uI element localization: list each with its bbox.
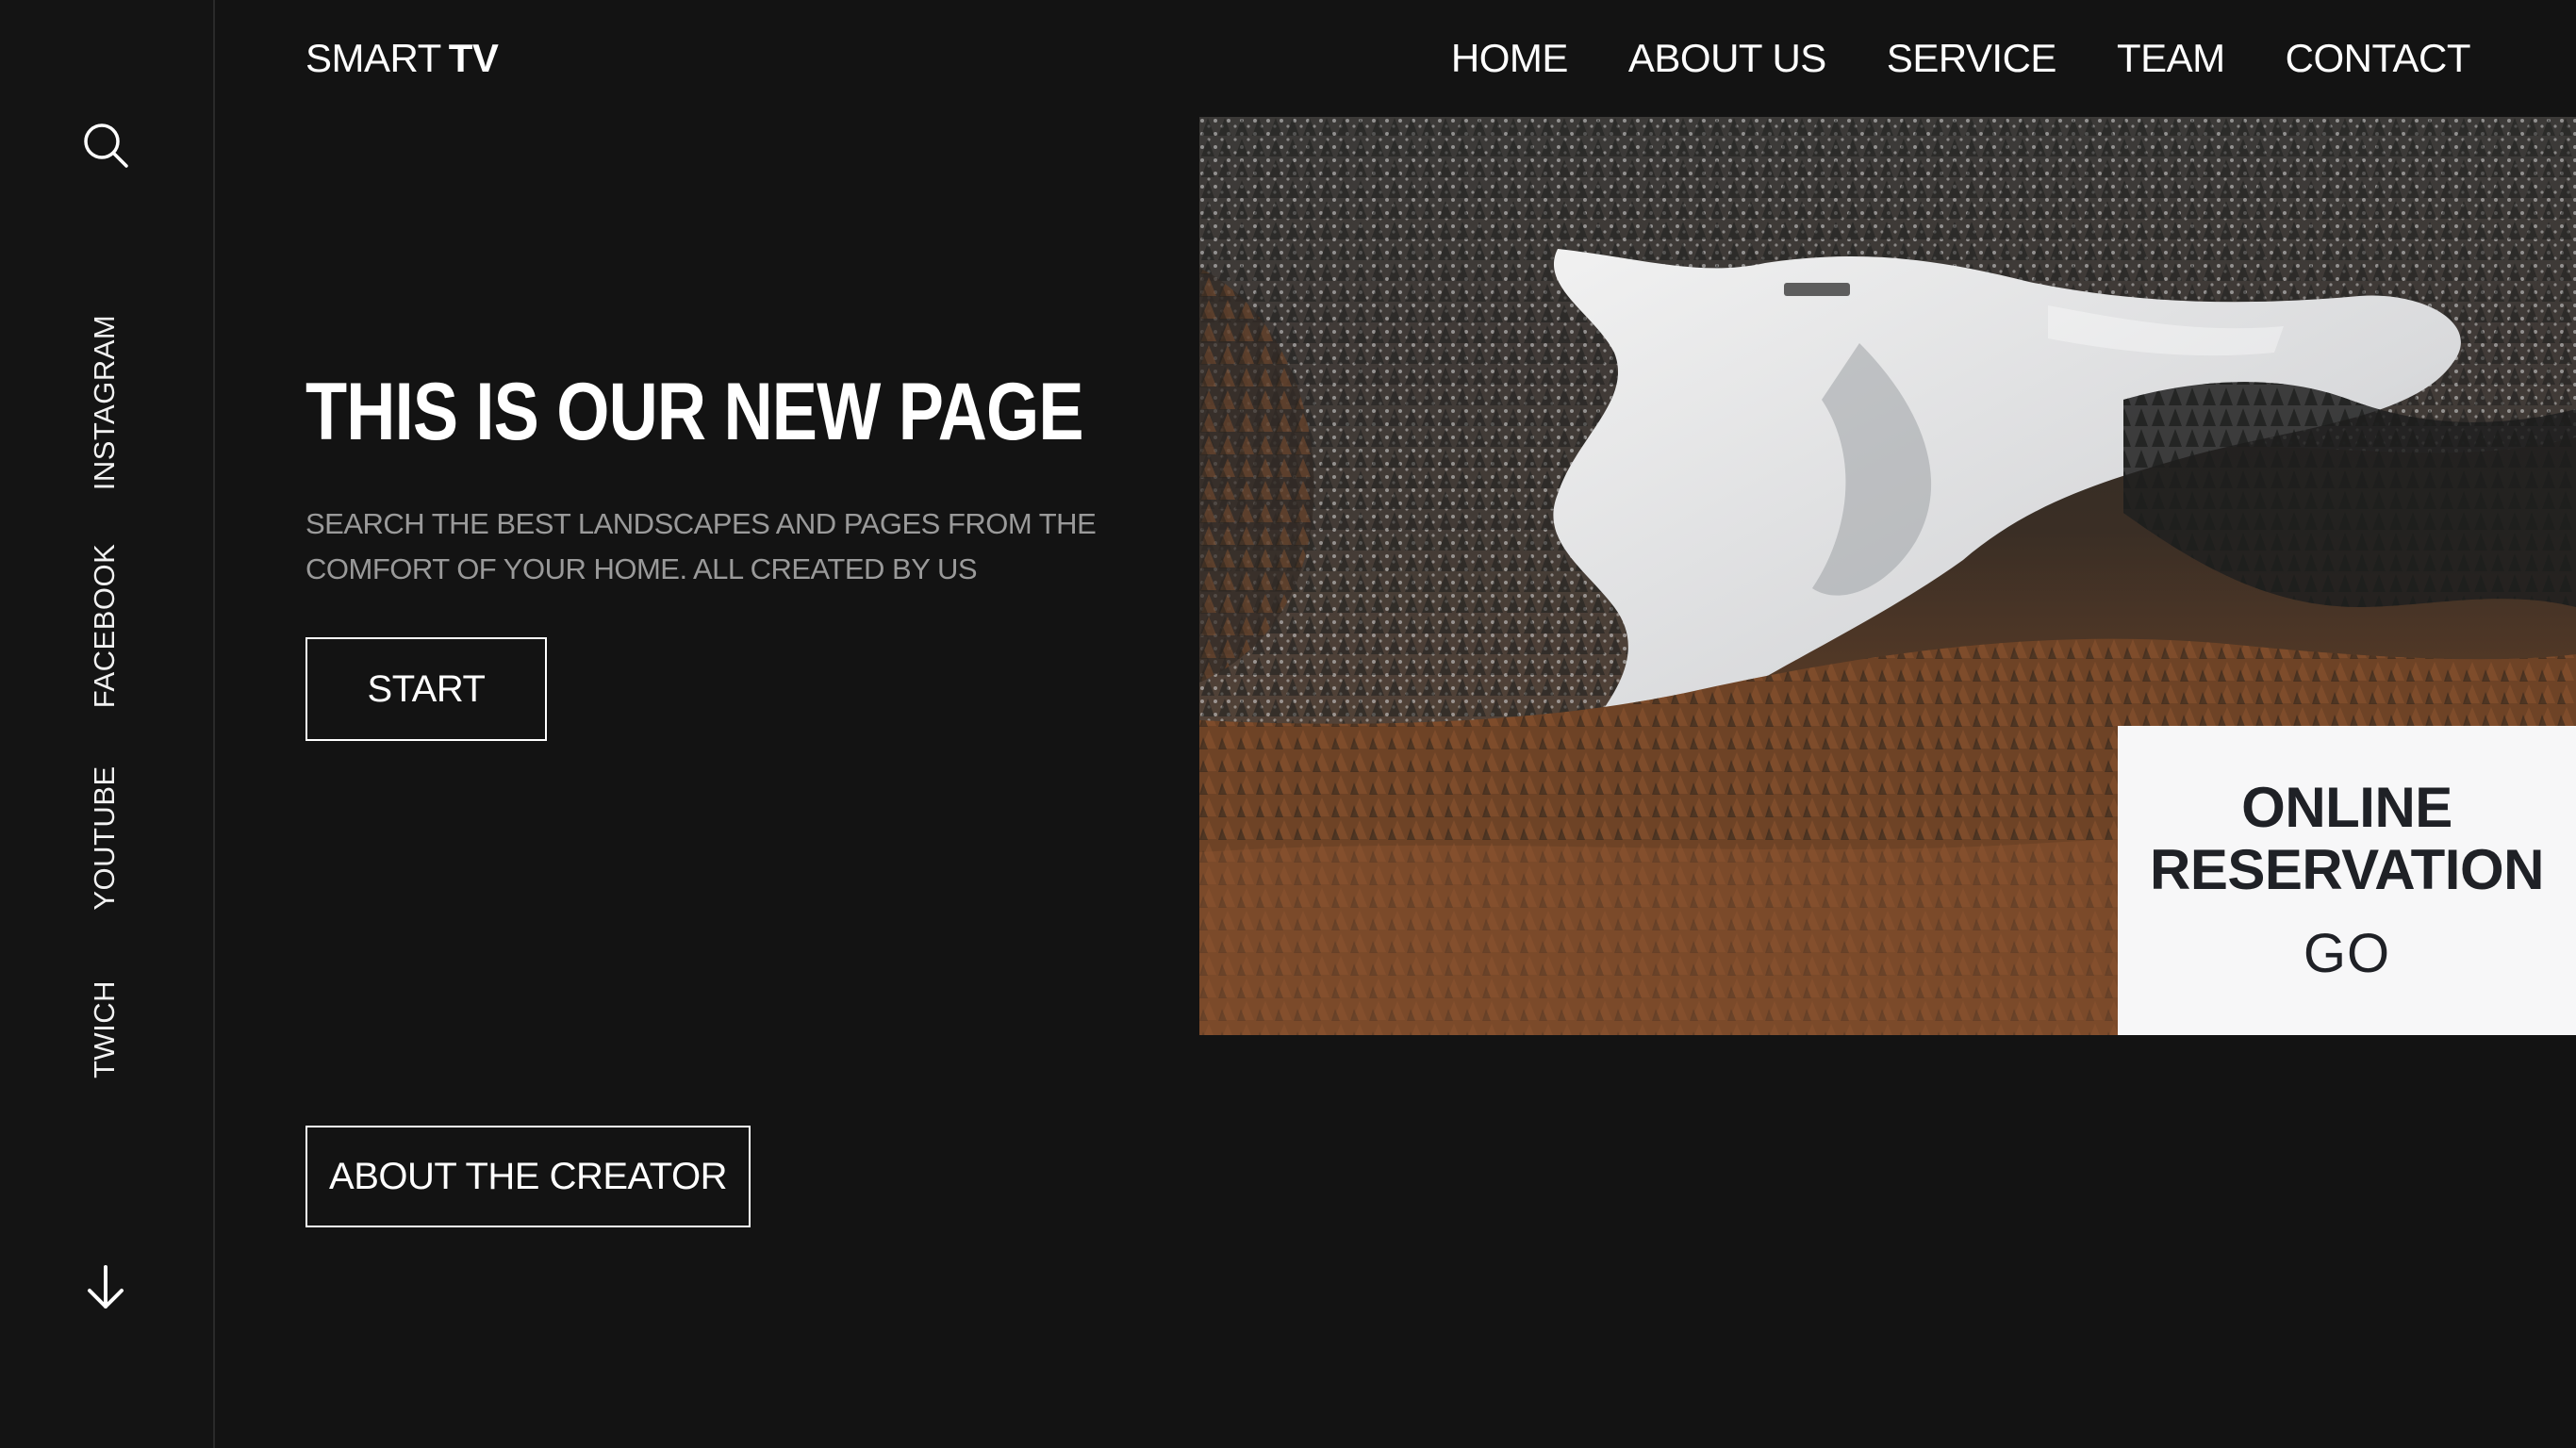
social-link-twich[interactable]: TWICH bbox=[88, 980, 122, 1078]
arrow-down-icon bbox=[88, 1265, 124, 1308]
about-creator-button-label: ABOUT THE CREATOR bbox=[329, 1155, 727, 1197]
page: INSTAGRAM FACEBOOK YOUTUBE TWICH SMART TV… bbox=[0, 0, 2576, 1448]
logo-text-light: SMART bbox=[305, 36, 441, 80]
start-button[interactable]: START bbox=[305, 637, 547, 741]
nav-item-home[interactable]: HOME bbox=[1451, 36, 1569, 81]
sidebar: INSTAGRAM FACEBOOK YOUTUBE TWICH bbox=[0, 0, 215, 1448]
start-button-label: START bbox=[367, 667, 486, 710]
online-reservation-card[interactable]: ONLINE RESERVATION GO bbox=[2118, 726, 2576, 1035]
about-creator-button[interactable]: ABOUT THE CREATOR bbox=[305, 1126, 751, 1227]
nav-item-contact[interactable]: CONTACT bbox=[2286, 36, 2471, 81]
nav-item-service[interactable]: SERVICE bbox=[1887, 36, 2057, 81]
social-link-instagram[interactable]: INSTAGRAM bbox=[88, 315, 122, 491]
hero-title: THIS IS OUR NEW PAGE bbox=[305, 367, 1084, 457]
social-link-youtube[interactable]: YOUTUBE bbox=[88, 765, 122, 910]
reservation-go-link[interactable]: GO bbox=[2304, 922, 2390, 985]
social-link-facebook[interactable]: FACEBOOK bbox=[88, 544, 122, 709]
reservation-title: ONLINE RESERVATION bbox=[2150, 775, 2544, 901]
nav-item-team[interactable]: TEAM bbox=[2117, 36, 2225, 81]
hero-subtitle: SEARCH THE BEST LANDSCAPES AND PAGES FRO… bbox=[305, 507, 1097, 585]
logo[interactable]: SMART TV bbox=[305, 36, 499, 81]
main-nav: HOME ABOUT US SERVICE TEAM CONTACT bbox=[1451, 36, 2471, 81]
search-button[interactable] bbox=[77, 117, 134, 173]
scroll-down-button[interactable] bbox=[77, 1259, 134, 1316]
reservation-title-line2: RESERVATION bbox=[2150, 837, 2544, 901]
reservation-title-line1: ONLINE bbox=[2241, 775, 2452, 839]
search-icon bbox=[84, 123, 128, 168]
nav-item-about-us[interactable]: ABOUT US bbox=[1628, 36, 1826, 81]
logo-text-bold: TV bbox=[448, 36, 499, 80]
